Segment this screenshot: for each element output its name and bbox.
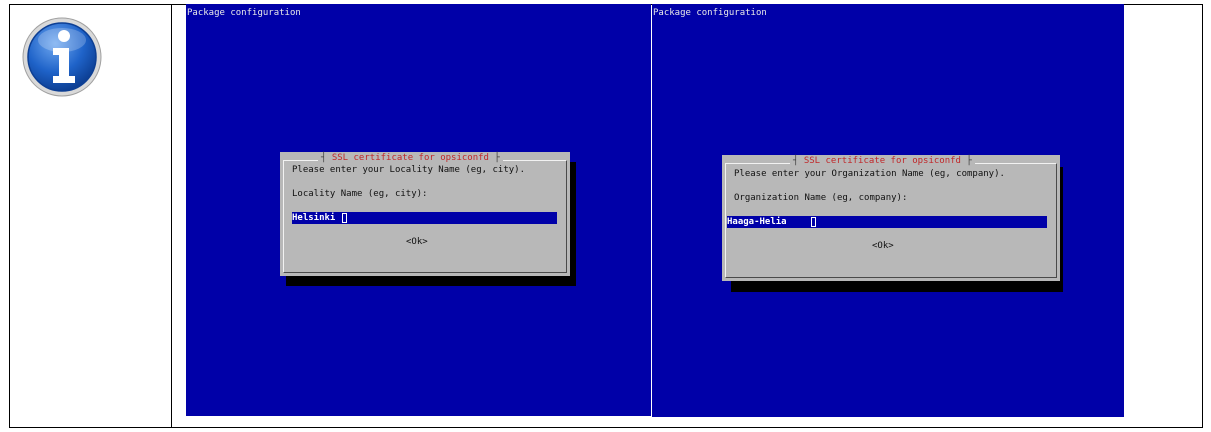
- locality-input[interactable]: Helsinki: [292, 212, 557, 224]
- field-value: Helsinki: [292, 213, 336, 223]
- window-title: Package configuration: [187, 8, 301, 18]
- ok-button[interactable]: <Ok>: [406, 236, 428, 248]
- text-cursor: [811, 217, 816, 227]
- field-label: Locality Name (eg, city):: [292, 189, 428, 199]
- field-label: Organization Name (eg, company):: [734, 193, 908, 203]
- dialog-title: ┤ SSL certificate for opsiconfd ├: [790, 155, 975, 167]
- terminal-screen-organization: Package configuration ┤ SSL certificate …: [652, 4, 1124, 417]
- window-title: Package configuration: [653, 8, 767, 18]
- terminal-screen-locality: Package configuration ┤ SSL certificate …: [186, 4, 651, 416]
- info-icon: [22, 17, 102, 97]
- text-cursor: [342, 213, 347, 223]
- dialog-title: ┤ SSL certificate for opsiconfd ├: [318, 152, 503, 164]
- ssl-dialog: ┤ SSL certificate for opsiconfd ├ Please…: [722, 155, 1060, 281]
- dialog-prompt: Please enter your Locality Name (eg, cit…: [292, 165, 525, 175]
- field-value: Haaga-Helia: [727, 217, 787, 227]
- table-column-divider: [171, 4, 172, 428]
- organization-input[interactable]: Haaga-Helia: [727, 216, 1047, 228]
- dialog-prompt: Please enter your Organization Name (eg,…: [734, 169, 1005, 179]
- ssl-dialog: ┤ SSL certificate for opsiconfd ├ Please…: [280, 152, 570, 276]
- ok-button[interactable]: <Ok>: [872, 240, 894, 252]
